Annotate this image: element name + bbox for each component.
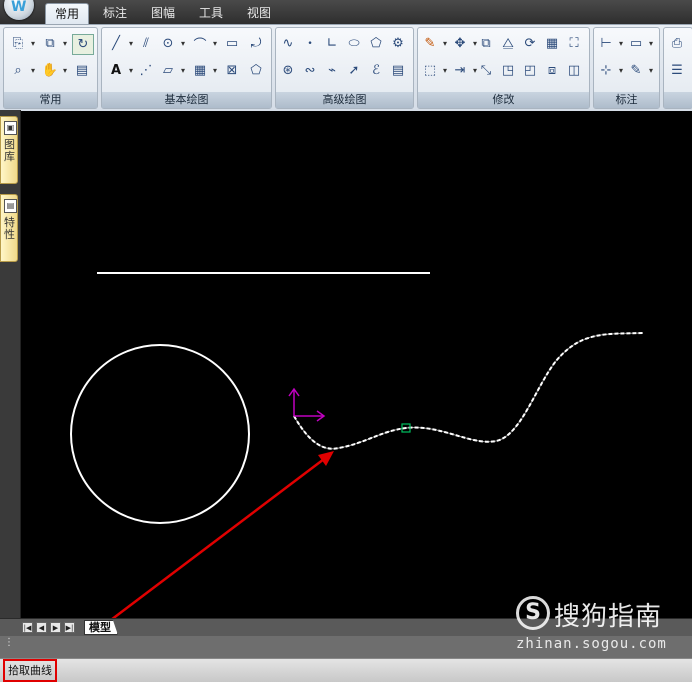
model-tab[interactable]: 模型 <box>84 620 118 635</box>
status-prompt: 拾取曲线 <box>3 659 57 682</box>
first-tab-button[interactable]: |◀ <box>22 622 33 633</box>
watermark-text: 搜狗指南 <box>554 602 663 632</box>
watermark-url: zhinan.sogou.com <box>516 636 667 652</box>
last-tab-button[interactable]: ▶| <box>64 622 75 633</box>
command-grip-icon[interactable]: ⋮ <box>4 638 14 654</box>
prev-tab-button[interactable]: ◀ <box>36 622 47 633</box>
status-bar <box>0 658 692 682</box>
watermark-logo-icon: S <box>516 596 550 630</box>
annotation-arrowhead <box>318 451 334 466</box>
annotation-arrow-overlay <box>57 451 334 661</box>
next-tab-button[interactable]: ▶ <box>50 622 61 633</box>
